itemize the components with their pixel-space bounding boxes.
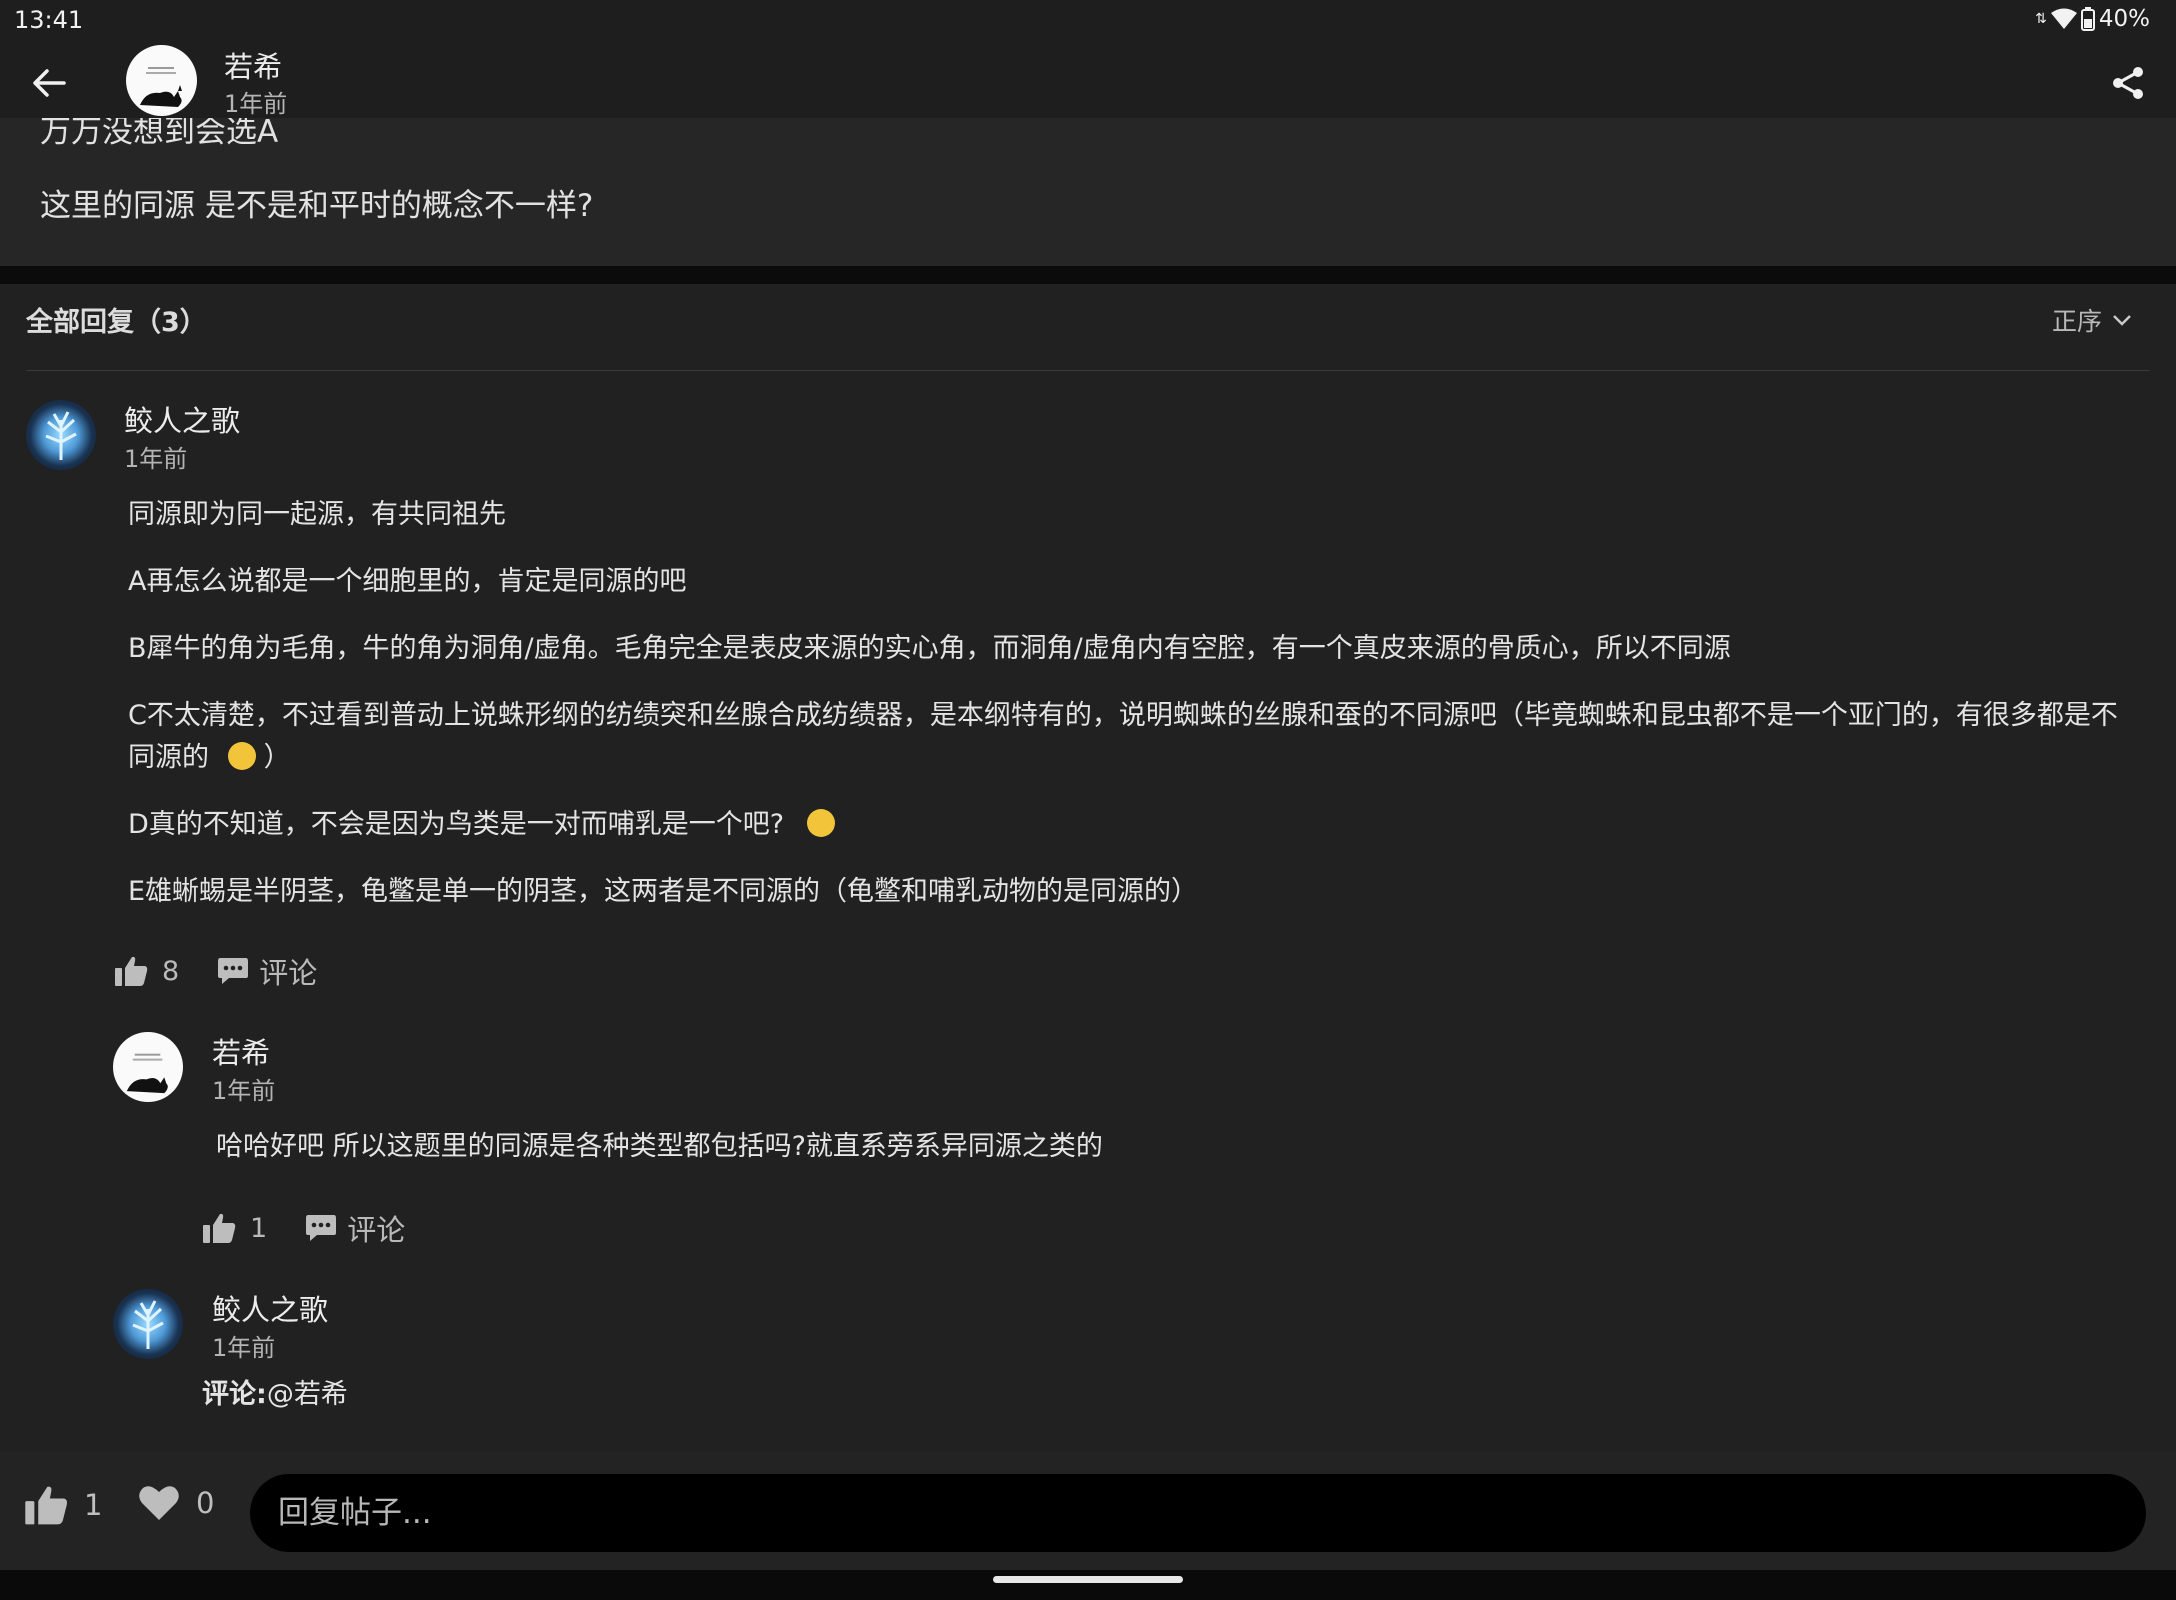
sort-label: 正序 bbox=[2052, 307, 2103, 336]
data-arrows-icon: ⇅ bbox=[2035, 11, 2047, 27]
avatar[interactable] bbox=[113, 1032, 183, 1102]
comment-icon bbox=[306, 1215, 337, 1241]
post-paragraph: 万万没想到会选A bbox=[40, 118, 279, 150]
thinking-emoji-icon bbox=[806, 809, 835, 837]
reply-paragraph: E雄蜥蜴是半阴茎，龟鳖是单一的阴茎，这两者是不同源的（龟鳖和哺乳动物的是同源的） bbox=[128, 876, 1199, 907]
avatar[interactable] bbox=[113, 1289, 183, 1359]
comment-label: 评论 bbox=[259, 956, 318, 990]
comment-label: 评论 bbox=[347, 1213, 406, 1247]
share-button[interactable] bbox=[2105, 60, 2151, 106]
sort-dropdown[interactable]: 正序 bbox=[2052, 302, 2132, 338]
reply-author[interactable]: 若希 bbox=[212, 1030, 270, 1072]
like-count: 1 bbox=[250, 1212, 268, 1244]
reply-paragraph: D真的不知道，不会是因为鸟类是一对而哺乳是一个吧? bbox=[128, 804, 835, 846]
status-icons: ⇅ 40% bbox=[2035, 6, 2150, 32]
navigation-bar bbox=[0, 1570, 2176, 1600]
thumbs-up-icon bbox=[203, 1213, 236, 1243]
thumbs-up-icon bbox=[115, 956, 148, 986]
comment-icon bbox=[218, 958, 249, 984]
reply-paragraph: 同源即为同一起源，有共同祖先 bbox=[128, 499, 506, 530]
comment-button[interactable]: 评论 bbox=[217, 950, 317, 992]
like-button[interactable]: 8 bbox=[114, 955, 179, 987]
section-divider bbox=[0, 266, 2176, 284]
reply-author[interactable]: 鲛人之歌 bbox=[212, 1287, 328, 1329]
reply-time: 1年前 bbox=[212, 1077, 276, 1105]
sweat-smile-emoji-icon bbox=[227, 742, 256, 770]
reply-paragraph: 哈哈好吧 所以这题里的同源是各种类型都包括吗?就直系旁系异同源之类的 bbox=[216, 1131, 1103, 1162]
battery-icon bbox=[2080, 7, 2095, 31]
reply-text: D真的不知道，不会是因为鸟类是一对而哺乳是一个吧? bbox=[128, 809, 785, 840]
post-favorite-count: 0 bbox=[196, 1486, 215, 1520]
post-paragraph: 这里的同源 是不是和平时的概念不一样? bbox=[40, 188, 594, 224]
reply-paragraph-continued: 同源的 ） bbox=[128, 737, 291, 779]
post-time: 1年前 bbox=[224, 90, 288, 118]
reply-time: 1年前 bbox=[124, 445, 188, 473]
arrow-left-icon bbox=[33, 69, 66, 97]
reply-actions: 8 评论 bbox=[114, 950, 317, 992]
like-button[interactable]: 1 bbox=[202, 1212, 267, 1244]
avatar[interactable] bbox=[26, 400, 96, 470]
thumbs-up-icon bbox=[25, 1486, 68, 1525]
replies-title: 全部回复（3） bbox=[26, 307, 207, 338]
reply-paragraph: B犀牛的角为毛角，牛的角为洞角/虚角。毛角完全是表皮来源的实心角，而洞角/虚角内… bbox=[128, 633, 1731, 664]
reply-text: 同源的 bbox=[128, 742, 209, 773]
post-favorite-button[interactable]: 0 bbox=[138, 1484, 214, 1522]
ice-tree-avatar-icon bbox=[132, 1300, 164, 1349]
cat-avatar-icon bbox=[126, 1053, 168, 1094]
comment-button[interactable]: 评论 bbox=[305, 1207, 405, 1249]
post-content: 万万没想到会选A 这里的同源 是不是和平时的概念不一样? bbox=[0, 118, 2176, 266]
post-like-button[interactable]: 1 bbox=[24, 1484, 102, 1526]
share-icon bbox=[2113, 67, 2143, 99]
like-count: 8 bbox=[162, 955, 180, 987]
status-time: 13:41 bbox=[14, 6, 84, 34]
quoted-comment: 评论:@若希 bbox=[202, 1374, 348, 1416]
back-button[interactable] bbox=[26, 60, 72, 106]
avatar[interactable] bbox=[126, 45, 197, 116]
author-name[interactable]: 若希 bbox=[224, 44, 282, 86]
ice-tree-avatar-icon bbox=[45, 411, 77, 460]
reply-input[interactable] bbox=[250, 1474, 2146, 1552]
wifi-icon bbox=[2050, 8, 2077, 29]
post-like-count: 1 bbox=[84, 1488, 103, 1522]
status-bar bbox=[0, 0, 2176, 40]
top-app-bar bbox=[0, 40, 2176, 118]
reply-paragraph: C不太清楚，不过看到普动上说蛛形纲的纺绩突和丝腺合成纺绩器，是本纲特有的，说明蜘… bbox=[128, 700, 2118, 731]
reply-author[interactable]: 鲛人之歌 bbox=[124, 398, 240, 440]
mention-link[interactable]: @若希 bbox=[267, 1379, 348, 1410]
comment-prefix: 评论: bbox=[202, 1379, 267, 1410]
reply-text: ） bbox=[263, 742, 291, 773]
divider bbox=[26, 370, 2150, 371]
chevron-down-icon bbox=[2113, 315, 2131, 326]
battery-percent: 40% bbox=[2098, 6, 2150, 32]
home-indicator[interactable] bbox=[993, 1576, 1183, 1583]
cat-avatar-icon bbox=[140, 67, 182, 107]
reply-time: 1年前 bbox=[212, 1334, 276, 1362]
reply-paragraph: A再怎么说都是一个细胞里的，肯定是同源的吧 bbox=[128, 566, 687, 597]
reply-actions: 1 评论 bbox=[202, 1207, 405, 1249]
heart-icon bbox=[139, 1486, 179, 1520]
